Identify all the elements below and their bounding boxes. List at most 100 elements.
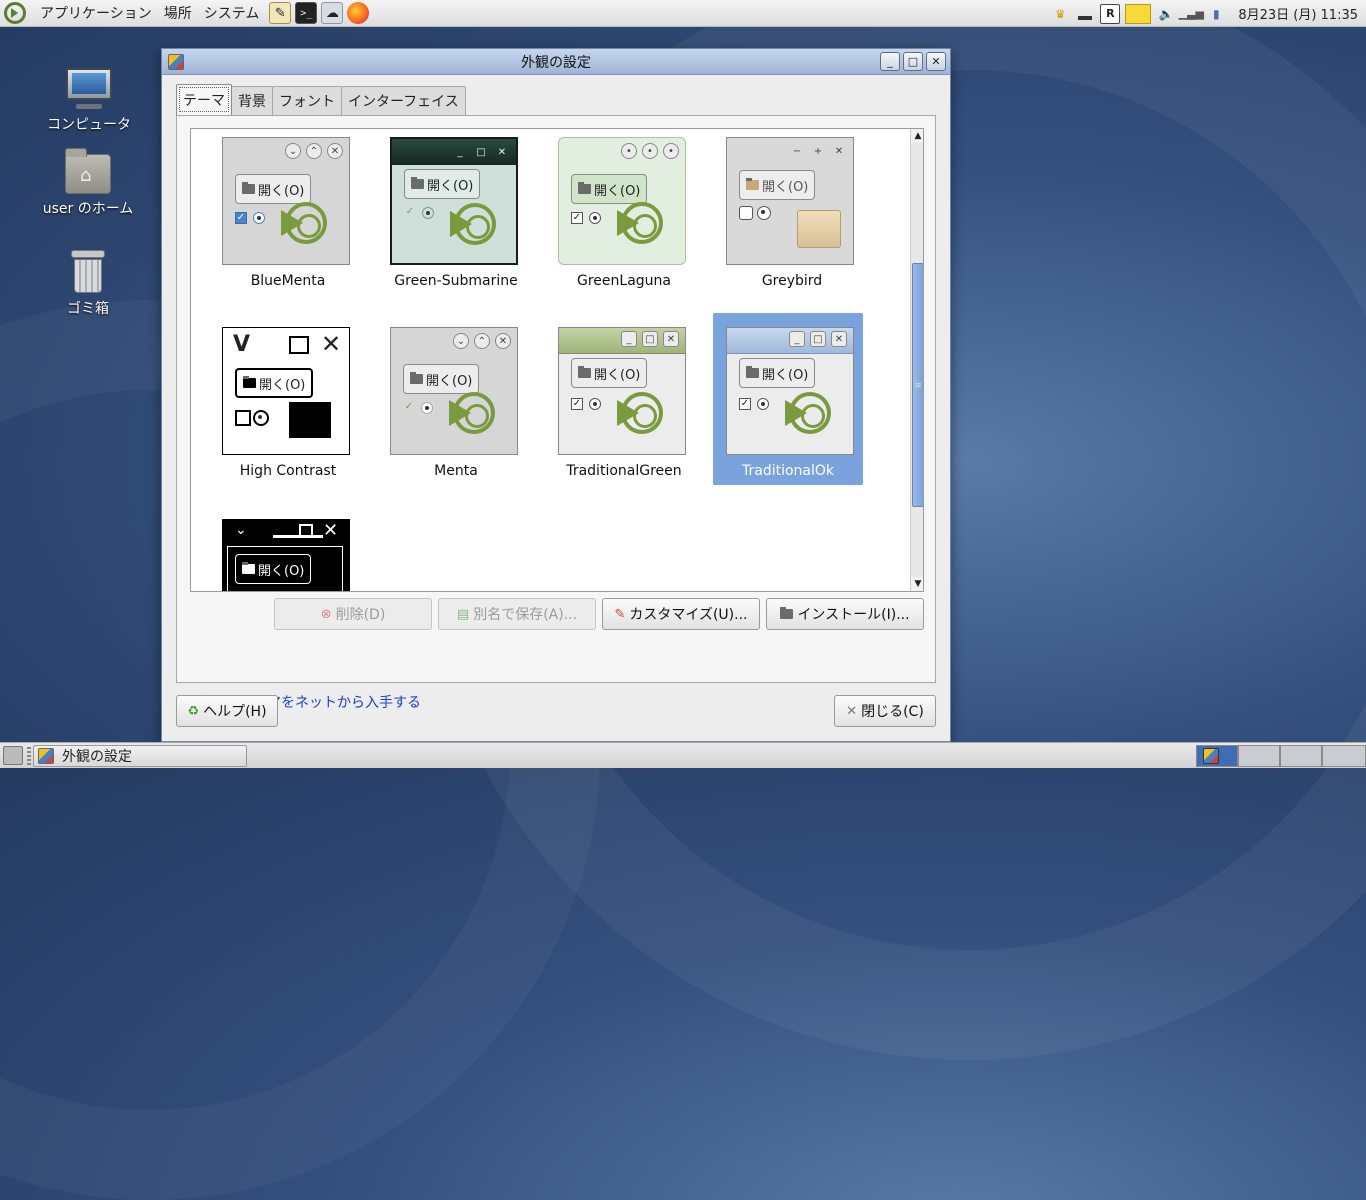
folder-icon (242, 562, 255, 574)
theme-item-greenlaguna[interactable]: • • • 開く(O) ✓ GreenLaguna (549, 129, 699, 301)
theme-item-high-contrast[interactable]: V ✕ 開く(O) High Contrast (213, 319, 363, 491)
show-desktop-icon[interactable] (3, 746, 23, 765)
delete-icon: ⊗ (320, 606, 332, 622)
close-icon: ✕ (846, 703, 858, 719)
preview-open-label: 開く(O) (258, 563, 305, 579)
window-title: 外観の設定 (521, 54, 591, 71)
theme-item-menta[interactable]: ⌄ ⌃ ✕ 開く(O) ✓ Menta (381, 319, 531, 491)
customize-button[interactable]: ✎ カスタマイズ(U)... (602, 598, 760, 630)
close-button-label: 閉じる(C) (861, 704, 924, 720)
tab-fonts[interactable]: フォント (272, 86, 342, 115)
tab-bar: テーマ 背景 フォント インターフェイス (176, 84, 466, 115)
theme-list-scrollbar[interactable]: ▲ ≡ ▼ (910, 129, 923, 591)
system-tray: ♛ R 🔈 ▁▃▅ ▮ 8月23日 (月) 11:35 (1045, 0, 1366, 27)
taskbar-item-appearance[interactable]: 外観の設定 (33, 745, 247, 767)
menu-system[interactable]: システム (198, 3, 266, 23)
volume-icon[interactable]: 🔈 (1156, 4, 1176, 24)
install-button[interactable]: インストール(I)... (766, 598, 924, 630)
desktop-home[interactable]: ⌂ user のホーム (33, 148, 143, 218)
help-button[interactable]: ♻ ヘルプ(H) (176, 695, 278, 727)
theme-preview: _ □ ✕ 開く(O) ✓ (558, 327, 686, 455)
workspace-1[interactable] (1196, 745, 1238, 767)
folder-icon (243, 376, 256, 388)
crown-icon[interactable]: ♛ (1050, 4, 1070, 24)
top-panel: アプリケーション 場所 システム ✎ >_ ☁ ♛ R 🔈 ▁▃▅ ▮ 8月23… (0, 0, 1366, 27)
theme-item-dark-contrast[interactable]: ⌄ ✕ 開く(O) (213, 511, 363, 591)
theme-preview: ⌄ ⌃ ✕ 開く(O) ✓ (222, 137, 350, 265)
mint-logo-icon (450, 203, 496, 245)
panel-grip (27, 747, 31, 765)
save-as-button[interactable]: ▤ 別名で保存(A)... (438, 598, 596, 630)
theme-preview: V ✕ 開く(O) (222, 327, 350, 455)
appearance-window: 外観の設定 _ □ ✕ テーマ 背景 フォント インターフェイス ⌄ ⌃ ✕ 開く(… (161, 48, 951, 742)
terminal-icon[interactable]: >_ (295, 2, 318, 24)
save-as-button-label: 別名で保存(A)... (473, 607, 578, 623)
network-icon[interactable]: ☁ (321, 2, 344, 24)
signal-icon[interactable]: ▁▃▅ (1179, 4, 1204, 24)
mint-logo-icon (281, 202, 327, 244)
theme-preview: ⌄ ✕ 開く(O) (222, 519, 350, 591)
save-as-icon: ▤ (456, 606, 470, 622)
preview-open-label: 開く(O) (594, 183, 641, 199)
theme-item-bluementa[interactable]: ⌄ ⌃ ✕ 開く(O) ✓ BlueMenta (213, 129, 363, 301)
preview-open-label: 開く(O) (594, 367, 641, 383)
scroll-down-arrow-icon[interactable]: ▼ (911, 577, 923, 591)
help-icon: ♻ (187, 703, 200, 719)
preview-open-label: 開く(O) (258, 183, 305, 199)
close-button[interactable]: ✕ 閉じる(C) (834, 695, 936, 727)
theme-name: Menta (434, 463, 478, 479)
desktop-computer[interactable]: コンピュータ (34, 68, 144, 134)
folder-icon (746, 178, 759, 190)
theme-list[interactable]: ⌄ ⌃ ✕ 開く(O) ✓ BlueMenta _ □ ✕ 開く(O) ✓ Green-… (190, 128, 924, 592)
folder-icon (411, 177, 424, 189)
desktop-trash[interactable]: ゴミ箱 (33, 250, 143, 318)
folder-icon (780, 607, 794, 619)
bottom-panel: 外観の設定 (0, 742, 1366, 768)
mint-logo-icon (785, 392, 831, 434)
delete-button[interactable]: ⊗ 削除(D) (274, 598, 432, 630)
theme-item-traditionalok[interactable]: _ □ ✕ 開く(O) ✓ TraditionalOk (713, 313, 863, 485)
scrollbar-thumb[interactable]: ≡ (912, 263, 923, 507)
theme-preview: _ □ ✕ 開く(O) ✓ (726, 327, 854, 455)
preview-open-label: 開く(O) (762, 367, 809, 383)
tab-interface[interactable]: インターフェイス (341, 86, 466, 115)
theme-item-green-submarine[interactable]: _ □ ✕ 開く(O) ✓ Green-Submarine (381, 129, 531, 301)
theme-preview: ⌄ ⌃ ✕ 開く(O) ✓ (390, 327, 518, 455)
stop-icon[interactable] (1075, 4, 1095, 24)
tab-background[interactable]: 背景 (231, 86, 273, 115)
workspace-4[interactable] (1322, 745, 1366, 767)
desktop-computer-label: コンピュータ (47, 117, 131, 133)
minimize-button[interactable]: _ (880, 52, 900, 71)
close-window-button[interactable]: ✕ (926, 52, 946, 71)
titlebar[interactable]: 外観の設定 _ □ ✕ (162, 49, 950, 75)
folder-icon (289, 402, 331, 438)
edit-icon: ✎ (614, 606, 626, 622)
theme-preview: − + ✕ 開く(O) (726, 137, 854, 265)
input-method-icon[interactable]: R (1100, 3, 1121, 24)
computer-icon (64, 68, 114, 110)
theme-name: TraditionalGreen (566, 463, 682, 479)
battery-icon[interactable]: ▮ (1206, 4, 1226, 24)
workspace-2[interactable] (1238, 745, 1280, 767)
theme-item-traditionalgreen[interactable]: _ □ ✕ 開く(O) ✓ TraditionalGreen (549, 319, 699, 491)
workspace-3[interactable] (1280, 745, 1322, 767)
folder-icon (797, 210, 841, 248)
theme-item-greybird[interactable]: − + ✕ 開く(O) Greybird (717, 129, 867, 301)
menu-places[interactable]: 場所 (158, 3, 198, 23)
tab-theme[interactable]: テーマ (176, 84, 232, 115)
main-menu-logo-icon[interactable] (4, 2, 26, 24)
delete-button-label: 削除(D) (335, 607, 386, 623)
theme-name: TraditionalOk (741, 463, 835, 479)
appearance-app-icon (38, 748, 54, 764)
scroll-up-arrow-icon[interactable]: ▲ (911, 129, 923, 143)
maximize-button[interactable]: □ (903, 52, 923, 71)
text-editor-icon[interactable]: ✎ (269, 2, 292, 24)
firefox-icon[interactable] (347, 2, 370, 24)
clock[interactable]: 8月23日 (月) 11:35 (1238, 4, 1358, 23)
theme-preview: • • • 開く(O) ✓ (558, 137, 686, 265)
menu-applications[interactable]: アプリケーション (34, 3, 158, 23)
sticky-note-icon[interactable] (1125, 3, 1152, 24)
mint-logo-icon (617, 392, 663, 434)
folder-icon (410, 372, 423, 384)
mint-logo-icon (617, 202, 663, 244)
